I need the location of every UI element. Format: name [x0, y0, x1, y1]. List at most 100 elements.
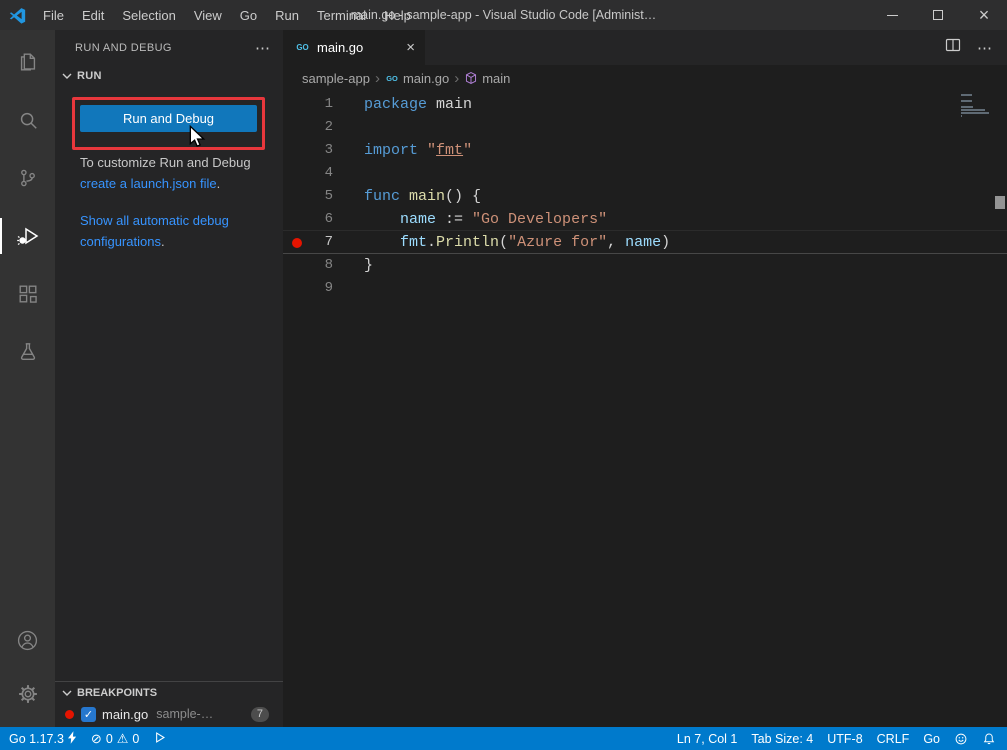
line-number[interactable]: 5	[311, 185, 333, 208]
breakpoint-gutter[interactable]	[283, 208, 311, 231]
code-line: 2	[283, 116, 1007, 139]
run-debug-status-icon[interactable]	[146, 727, 173, 750]
tab-main-go[interactable]: GO main.go ×	[283, 30, 425, 65]
menu-view[interactable]: View	[185, 0, 231, 30]
explorer-icon[interactable]	[0, 38, 55, 86]
editor-group: GO main.go × ⋯ sample-app › GOmain.go › main…	[283, 30, 1007, 727]
more-actions-icon[interactable]: ⋯	[255, 39, 271, 57]
feedback-icon[interactable]	[947, 727, 975, 750]
maximize-button[interactable]	[915, 0, 961, 30]
show-all-configurations-link[interactable]: Show all automatic debug configurations	[80, 213, 229, 249]
scrollbar-thumb[interactable]	[995, 196, 1005, 209]
line-number[interactable]: 4	[311, 162, 333, 185]
line-number[interactable]: 1	[311, 93, 333, 116]
svg-text:GO: GO	[296, 42, 308, 51]
code-token: "Azure for"	[508, 234, 607, 251]
editor-more-actions-icon[interactable]: ⋯	[977, 39, 993, 57]
breakpoints-title: BREAKPOINTS	[77, 687, 157, 699]
breadcrumb-separator-icon: ›	[375, 70, 380, 87]
breakpoint-gutter[interactable]	[283, 93, 311, 116]
code-lines: 1package main23import "fmt"45func main()…	[283, 93, 1007, 300]
code-line: 3import "fmt"	[283, 139, 1007, 162]
extensions-icon[interactable]	[0, 270, 55, 318]
minimap-line	[961, 106, 973, 108]
tab-bar: GO main.go × ⋯	[283, 30, 1007, 65]
run-and-debug-button[interactable]: Run and Debug	[80, 105, 257, 132]
menu-run[interactable]: Run	[266, 0, 308, 30]
run-section-label: RUN	[77, 70, 102, 82]
breakpoint-count-badge: 7	[251, 707, 269, 722]
problems-status[interactable]: ⊘ 0 ⚠ 0	[84, 727, 146, 750]
tab-size-status[interactable]: Tab Size: 4	[744, 727, 820, 750]
close-icon: ×	[979, 6, 990, 24]
code-line: 4	[283, 162, 1007, 185]
code-token	[400, 188, 409, 205]
run-and-debug-panel: RUN AND DEBUG ⋯ RUN Run and Debug To cus…	[55, 30, 283, 727]
breakpoint-gutter[interactable]	[283, 162, 311, 185]
breakpoint-gutter[interactable]	[283, 254, 311, 277]
breakpoint-gutter[interactable]	[283, 116, 311, 139]
code-line: 6 name := "Go Developers"	[283, 208, 1007, 231]
language-mode-status[interactable]: Go	[916, 727, 947, 750]
breakpoint-list-item[interactable]: ✓ main.go sample-… 7	[55, 703, 283, 727]
settings-gear-icon[interactable]	[0, 670, 55, 718]
code-token: () {	[445, 188, 481, 205]
minimize-icon	[887, 15, 898, 16]
menu-selection[interactable]: Selection	[113, 0, 184, 30]
vscode-window: FileEditSelectionViewGoRunTerminalHelp m…	[0, 0, 1007, 750]
code-text: }	[333, 254, 373, 277]
split-editor-icon[interactable]	[945, 37, 961, 58]
code-token: :=	[436, 211, 472, 228]
code-token: main	[427, 96, 472, 113]
encoding-status[interactable]: UTF-8	[820, 727, 869, 750]
breakpoint-checkbox[interactable]: ✓	[81, 707, 96, 722]
launch-json-link[interactable]: launch.json file	[131, 176, 217, 191]
menu-file[interactable]: File	[34, 0, 73, 30]
breadcrumb-separator-icon: ›	[454, 70, 459, 87]
menu-edit[interactable]: Edit	[73, 0, 113, 30]
line-number[interactable]: 6	[311, 208, 333, 231]
breadcrumb-item-main-go[interactable]: GOmain.go	[385, 71, 449, 86]
breakpoint-gutter[interactable]	[283, 277, 311, 300]
line-number[interactable]: 3	[311, 139, 333, 162]
run-section-header[interactable]: RUN	[55, 65, 283, 87]
tab-close-icon[interactable]: ×	[406, 40, 415, 55]
search-icon[interactable]	[0, 96, 55, 144]
code-token: package	[364, 96, 427, 113]
line-number[interactable]: 8	[311, 254, 333, 277]
code-line: 8}	[283, 254, 1007, 277]
code-editor[interactable]: 1package main23import "fmt"45func main()…	[283, 91, 1007, 727]
line-number[interactable]: 9	[311, 277, 333, 300]
breadcrumb-item-main[interactable]: main	[464, 71, 510, 86]
minimap[interactable]	[961, 94, 991, 121]
create-a-link[interactable]: create a	[80, 176, 127, 191]
breakpoint-gutter[interactable]	[283, 231, 311, 254]
code-text: import "fmt"	[333, 139, 472, 162]
breadcrumb-item-sample-app[interactable]: sample-app	[302, 71, 370, 86]
testing-icon[interactable]	[0, 328, 55, 376]
code-line: 7 fmt.Println("Azure for", name)	[283, 231, 1007, 254]
go-version-status[interactable]: Go 1.17.3	[0, 727, 84, 750]
menu-go[interactable]: Go	[231, 0, 266, 30]
source-control-icon[interactable]	[0, 154, 55, 202]
go-file-icon: GO	[295, 39, 310, 57]
cursor-position-status[interactable]: Ln 7, Col 1	[668, 727, 744, 750]
code-token: Println	[436, 234, 499, 251]
accounts-icon[interactable]	[0, 616, 55, 664]
breakpoint-gutter[interactable]	[283, 139, 311, 162]
vscode-logo-icon	[9, 7, 26, 24]
breakpoint-dot-icon	[292, 238, 302, 248]
run-and-debug-icon[interactable]	[0, 212, 55, 260]
line-number[interactable]: 2	[311, 116, 333, 139]
breakpoint-gutter[interactable]	[283, 185, 311, 208]
minimap-line	[961, 100, 972, 102]
maximize-icon	[933, 10, 943, 20]
eol-status[interactable]: CRLF	[870, 727, 917, 750]
close-button[interactable]: ×	[961, 0, 1007, 30]
minimize-button[interactable]	[869, 0, 915, 30]
code-token: fmt	[400, 234, 427, 251]
code-token: (	[499, 234, 508, 251]
line-number[interactable]: 7	[311, 231, 333, 254]
breakpoints-header[interactable]: BREAKPOINTS	[55, 681, 283, 703]
notifications-bell-icon[interactable]	[975, 727, 1007, 750]
